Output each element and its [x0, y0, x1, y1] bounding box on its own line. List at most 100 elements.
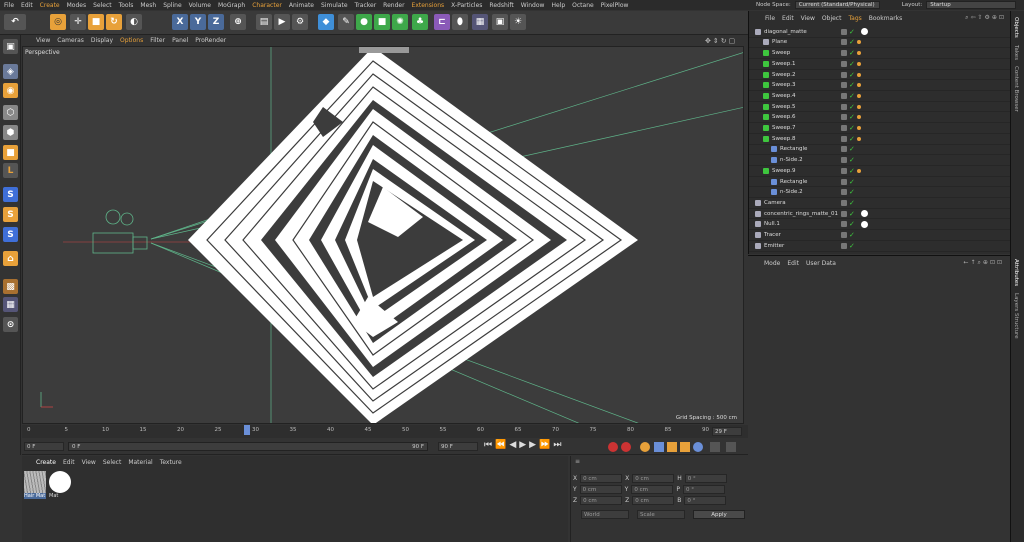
- render-settings-icon[interactable]: ⚙: [292, 14, 308, 30]
- menu-item-tracker[interactable]: Tracker: [355, 2, 377, 9]
- object-row[interactable]: Sweep.3 ✓: [749, 81, 1011, 91]
- object-flags[interactable]: ✓: [841, 28, 868, 36]
- object-row[interactable]: Sweep.7 ✓: [749, 123, 1011, 134]
- menu-item-edit[interactable]: Edit: [21, 2, 33, 9]
- playhead[interactable]: [244, 425, 250, 435]
- menu-item-simulate[interactable]: Simulate: [321, 2, 348, 9]
- key-pla-icon[interactable]: [710, 442, 720, 452]
- enabled-check-icon[interactable]: ✓: [849, 50, 855, 57]
- rotation-field[interactable]: 0 °: [682, 485, 725, 494]
- object-row[interactable]: Sweep.9 ✓: [749, 166, 1011, 177]
- undo-icon[interactable]: ↶: [4, 14, 26, 30]
- axis-y-icon[interactable]: Y: [190, 14, 206, 30]
- visibility-icon[interactable]: [841, 242, 847, 249]
- menu-item-x-particles[interactable]: X-Particles: [451, 2, 482, 9]
- tab-attributes[interactable]: Attributes: [1013, 259, 1019, 286]
- object-flags[interactable]: ✓: [841, 103, 861, 110]
- coord-system-icon[interactable]: ⊕: [230, 14, 246, 30]
- enabled-check-icon[interactable]: ✓: [849, 39, 855, 46]
- subdivision-icon[interactable]: ●: [356, 14, 372, 30]
- viewport-menu-view[interactable]: View: [36, 37, 50, 44]
- position-field[interactable]: 0 cm: [580, 474, 623, 483]
- attribute-menu-user-data[interactable]: User Data: [806, 260, 836, 267]
- object-flags[interactable]: ✓: [841, 242, 855, 249]
- visibility-icon[interactable]: [841, 92, 847, 99]
- object-flags[interactable]: ✓: [841, 60, 861, 67]
- visibility-icon[interactable]: [841, 135, 847, 142]
- material-menu-material[interactable]: Material: [128, 459, 152, 466]
- menu-item-redshift[interactable]: Redshift: [489, 2, 513, 9]
- record-icon[interactable]: [608, 442, 618, 452]
- visibility-icon[interactable]: [841, 50, 847, 57]
- layout-select[interactable]: Startup: [926, 1, 1017, 9]
- enabled-check-icon[interactable]: ✓: [849, 71, 855, 78]
- object-flags[interactable]: ✓: [841, 157, 855, 164]
- first-frame-icon[interactable]: ⏮: [484, 440, 492, 450]
- object-flags[interactable]: ✓: [841, 210, 868, 218]
- tab-objects[interactable]: Objects: [1013, 17, 1019, 38]
- polygons-mode-icon[interactable]: ■: [3, 145, 18, 160]
- viewport-menu-cameras[interactable]: Cameras: [57, 37, 84, 44]
- object-menu-file[interactable]: File: [765, 15, 775, 22]
- visibility-icon[interactable]: [841, 167, 847, 174]
- object-row[interactable]: Sweep.2 ✓: [749, 70, 1011, 81]
- points-mode-icon[interactable]: ⬡: [3, 105, 18, 120]
- enabled-check-icon[interactable]: ✓: [849, 146, 855, 153]
- extrude-icon[interactable]: ■: [374, 14, 390, 30]
- axis-mode-icon[interactable]: L: [3, 163, 18, 178]
- floor-icon[interactable]: ▦: [472, 14, 488, 30]
- world-select[interactable]: World: [581, 510, 629, 519]
- menu-item-file[interactable]: File: [4, 2, 14, 9]
- live-select-icon[interactable]: ◎: [50, 14, 66, 30]
- tag-icon[interactable]: [856, 83, 861, 88]
- object-flags[interactable]: ✓: [841, 39, 861, 46]
- field-icon[interactable]: ⊏: [434, 14, 450, 30]
- object-row[interactable]: concentric_rings_matte_01 ✓: [749, 209, 1011, 220]
- key-position-icon[interactable]: [654, 442, 664, 452]
- timeline-options-icon[interactable]: [726, 442, 736, 452]
- tab-content-browser[interactable]: Content Browser: [1013, 66, 1019, 112]
- model-mode-icon[interactable]: ◈: [3, 64, 18, 79]
- object-row[interactable]: Sweep.6 ✓: [749, 113, 1011, 124]
- enabled-check-icon[interactable]: ✓: [849, 28, 855, 35]
- tab-structure[interactable]: Structure: [1013, 313, 1019, 339]
- menu-item-render[interactable]: Render: [383, 2, 404, 9]
- apply-button[interactable]: Apply: [693, 510, 745, 519]
- material-mat[interactable]: Mat: [49, 471, 71, 501]
- tag-icon[interactable]: [856, 51, 861, 56]
- material-hair[interactable]: Hair Mat: [24, 471, 46, 501]
- tab-takes[interactable]: Takes: [1013, 45, 1019, 60]
- material-menu-select[interactable]: Select: [103, 459, 122, 466]
- menu-item-modes[interactable]: Modes: [67, 2, 86, 9]
- material-tag-icon[interactable]: [860, 220, 868, 228]
- material-menu-create[interactable]: Create: [36, 459, 56, 466]
- workplane-icon[interactable]: ⌂: [3, 251, 18, 266]
- size-field[interactable]: 0 cm: [631, 485, 674, 494]
- object-flags[interactable]: ✓: [841, 114, 861, 121]
- visibility-icon[interactable]: [841, 103, 847, 110]
- visibility-icon[interactable]: [841, 114, 847, 121]
- enabled-check-icon[interactable]: ✓: [849, 82, 855, 89]
- menu-item-pixelplow[interactable]: PixelPlow: [601, 2, 629, 9]
- object-menu-view[interactable]: View: [801, 15, 815, 22]
- start-frame-field[interactable]: 0 F: [24, 442, 64, 451]
- size-field[interactable]: 0 cm: [632, 496, 675, 505]
- key-rotation-icon[interactable]: [667, 442, 677, 452]
- object-row[interactable]: Sweep.8 ✓: [749, 134, 1011, 145]
- tag-icon[interactable]: [856, 115, 861, 120]
- enabled-check-icon[interactable]: ✓: [849, 103, 855, 110]
- object-menu-edit[interactable]: Edit: [782, 15, 794, 22]
- tag-icon[interactable]: [856, 61, 861, 66]
- visibility-icon[interactable]: [841, 232, 847, 239]
- enabled-check-icon[interactable]: ✓: [849, 199, 855, 206]
- tag-icon[interactable]: [856, 126, 861, 131]
- object-flags[interactable]: ✓: [841, 125, 861, 132]
- object-flags[interactable]: ✓: [841, 135, 861, 142]
- viewport-menu-panel[interactable]: Panel: [172, 37, 188, 44]
- menu-item-character[interactable]: Character: [252, 2, 282, 9]
- scale-select[interactable]: Scale: [637, 510, 685, 519]
- render-view-icon[interactable]: ▶: [274, 14, 290, 30]
- visibility-icon[interactable]: [841, 28, 847, 35]
- preview-range-bar[interactable]: 0 F 90 F: [68, 442, 428, 451]
- enabled-check-icon[interactable]: ✓: [849, 189, 855, 196]
